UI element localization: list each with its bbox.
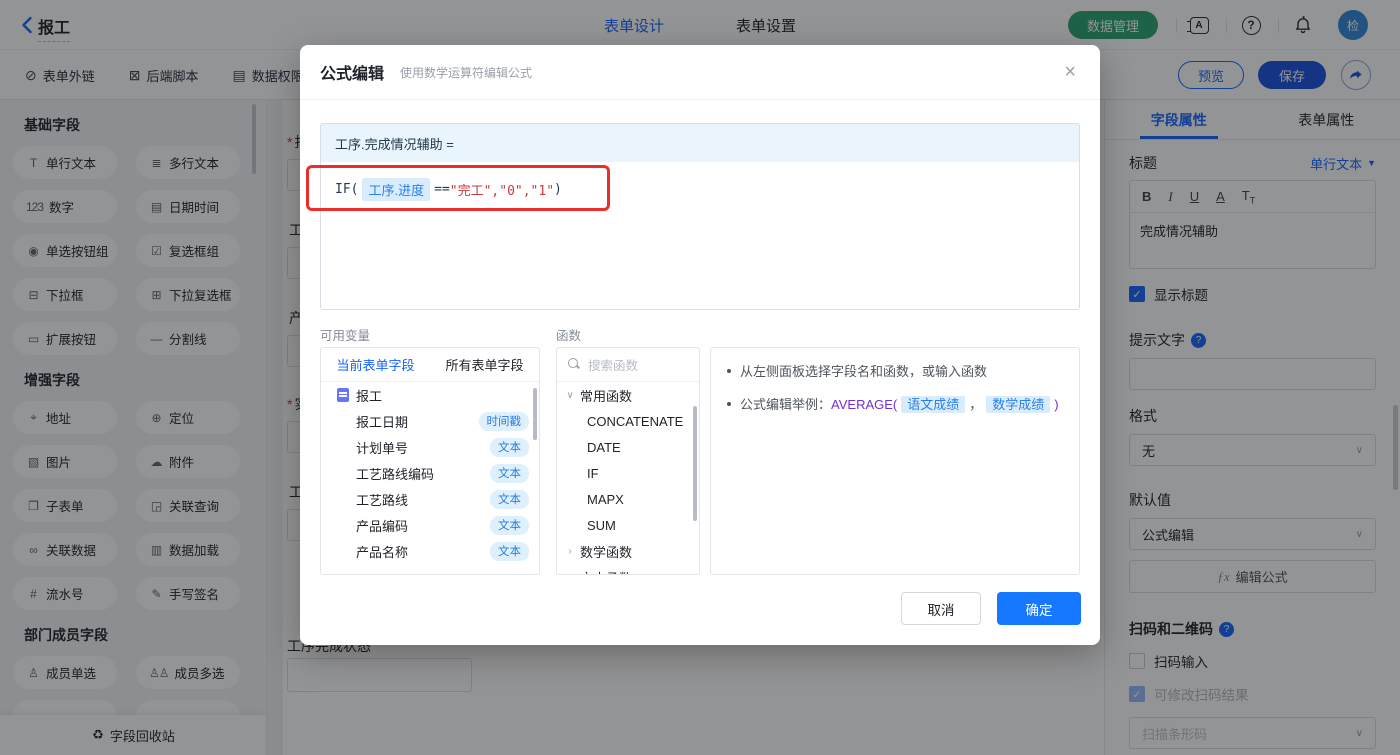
variable-form-name: 报工 xyxy=(356,388,383,404)
function-group-row[interactable]: ∨ 常用函数 xyxy=(557,382,699,408)
variables-section-label: 可用变量 xyxy=(320,329,371,343)
variable-type-badge: 文本 xyxy=(490,463,529,483)
variables-list: 报工 报工日期 时间戳 计划单号 文本 工艺路线编码 文本 工艺路线 文本 产品编码 文本 产品名称文… xyxy=(321,382,539,564)
example-segment: ， xyxy=(969,396,983,412)
variable-row[interactable]: 工艺路线编码 文本 xyxy=(321,460,539,486)
functions-scrollbar[interactable] xyxy=(693,406,697,521)
example-field-chip: 语文成绩 xyxy=(901,395,966,413)
variable-name: 计划单号 xyxy=(356,440,409,456)
formula-segment: "完工","0","1" xyxy=(449,184,555,199)
function-item[interactable]: CONCATENATE xyxy=(557,408,699,434)
function-group-row[interactable]: › 数学函数 xyxy=(557,538,699,564)
confirm-button[interactable]: 确定 xyxy=(997,592,1081,625)
variable-type-badge: 文本 xyxy=(490,541,529,561)
variable-row[interactable]: 产品名称 文本 xyxy=(321,538,539,564)
field-token-chip[interactable]: 工序.进度 xyxy=(362,178,431,201)
help-line-1: 从左侧面板选择字段名和函数，或输入函数 xyxy=(727,362,1063,382)
formula-expression[interactable]: IF( 工序.进度 == "完工","0","1") xyxy=(321,162,1079,217)
formula-help-panel: 从左侧面板选择字段名和函数，或输入函数 公式编辑举例：AVERAGE(语文成绩，… xyxy=(710,347,1080,575)
dialog-title: 公式编辑 xyxy=(320,66,385,83)
dialog-header: 公式编辑 使用数学运算符编辑公式 × xyxy=(300,45,1100,100)
function-item[interactable]: SUM xyxy=(557,512,699,538)
function-item[interactable]: MAPX xyxy=(557,486,699,512)
search-placeholder: 搜索函数 xyxy=(588,359,639,373)
function-group-name: 常用函数 xyxy=(580,388,633,404)
variable-row[interactable]: 产品编码 文本 xyxy=(321,512,539,538)
bullet-icon xyxy=(727,401,731,406)
function-group-name: 文本函数 xyxy=(580,568,632,575)
help-text: 从左侧面板选择字段名和函数，或输入函数 xyxy=(740,364,988,379)
variable-type-badge: 文本 xyxy=(490,437,529,457)
example-segment: AVERAGE( xyxy=(831,396,898,412)
variable-type-badge: 时间戳 xyxy=(478,411,529,431)
function-item[interactable]: IF xyxy=(557,460,699,486)
form-doc-icon xyxy=(337,388,349,402)
variable-form-row[interactable]: 报工 xyxy=(321,382,539,408)
variable-row[interactable]: 报工日期 时间戳 xyxy=(321,408,539,434)
formula-target: 工序.完成情况辅助 = xyxy=(321,124,1079,162)
tab-all-form-fields[interactable]: 所有表单字段 xyxy=(445,355,523,374)
variable-name: 产品编码 xyxy=(356,518,409,534)
variable-name: 产品名称 xyxy=(356,544,409,560)
variable-row[interactable]: 工艺路线 文本 xyxy=(321,486,539,512)
formula-segment: ) xyxy=(554,182,562,197)
variable-row[interactable]: 计划单号 文本 xyxy=(321,434,539,460)
variables-scrollbar[interactable] xyxy=(533,388,537,440)
variable-name: 工艺路线编码 xyxy=(356,466,435,482)
functions-panel: 搜索函数 ∨常用函数CONCATENATEDATEIFMAPXSUM›数学函数›… xyxy=(556,347,700,575)
example-segment: 公式编辑举例： xyxy=(740,396,832,412)
tab-current-form-fields[interactable]: 当前表单字段 xyxy=(336,355,414,374)
function-item[interactable]: DATE xyxy=(557,434,699,460)
variable-name: 报工日期 xyxy=(356,414,409,430)
chevron-right-icon: › xyxy=(568,545,572,557)
variable-type-badge: 文本 xyxy=(490,489,529,509)
chevron-right-icon: › xyxy=(565,572,575,575)
functions-list: ∨ 常用函数 CONCATENATEDATEIFMAPXSUM › 数学函数 › 文本函数 xyxy=(557,382,699,575)
function-group-name: 数学函数 xyxy=(580,544,633,560)
variables-tabs: 当前表单字段 所有表单字段 xyxy=(321,348,539,382)
chevron-down-icon: ∨ xyxy=(566,389,574,401)
bullet-icon xyxy=(727,369,731,373)
formula-segment: == xyxy=(434,182,450,197)
example-field-chip: 数学成绩 xyxy=(986,395,1051,413)
help-line-2: 公式编辑举例：AVERAGE(语文成绩，数学成绩) xyxy=(727,395,1063,415)
close-icon[interactable]: × xyxy=(1064,62,1076,82)
function-group-row[interactable]: › 文本函数 xyxy=(557,564,699,575)
variables-panel: 当前表单字段 所有表单字段 报工 报工日期 时间戳 计划单号 文本 工艺路线编码 文本 工艺路… xyxy=(320,347,540,575)
function-search[interactable]: 搜索函数 xyxy=(557,348,699,382)
dialog-subtitle: 使用数学运算符编辑公式 xyxy=(400,65,533,80)
formula-segment: IF( xyxy=(335,182,359,197)
cancel-button[interactable]: 取消 xyxy=(901,592,981,625)
functions-section-label: 函数 xyxy=(556,329,582,343)
variable-type-badge: 文本 xyxy=(490,515,529,535)
example-segment: ) xyxy=(1054,396,1059,412)
search-icon xyxy=(568,358,581,371)
variable-name: 工艺路线 xyxy=(356,492,409,508)
help-example: 公式编辑举例：AVERAGE(语文成绩，数学成绩) xyxy=(740,395,1059,415)
formula-edit-dialog: 公式编辑 使用数学运算符编辑公式 × 工序.完成情况辅助 = IF( 工序.进度… xyxy=(300,45,1100,645)
formula-editor[interactable]: 工序.完成情况辅助 = IF( 工序.进度 == "完工","0","1") xyxy=(320,123,1080,310)
